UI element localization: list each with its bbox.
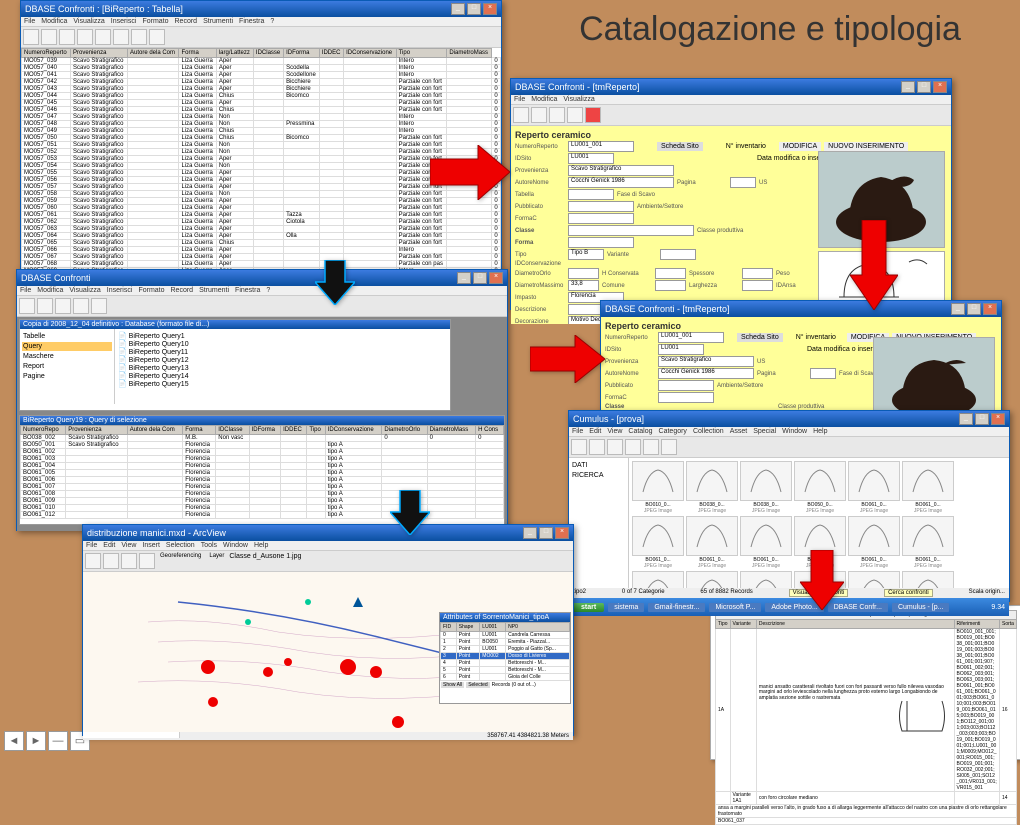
menu-icon[interactable]: — [48,731,68,751]
w1-table[interactable]: NumeroRepertoProvenienzaAutore dela ComF… [21,48,501,273]
arrow-down-4 [800,550,844,615]
next-slide-icon[interactable]: ► [26,731,46,751]
window-gis: distribuzione manici.mxd - ArcView _□× F… [82,524,574,736]
maximize-button[interactable]: □ [467,3,481,15]
arrow-down-1 [315,260,355,310]
prev-slide-icon[interactable]: ◄ [4,731,24,751]
window-db-table: DBASE Confronti : [BiReperto : Tabella] … [20,0,502,272]
minimize-button[interactable]: _ [451,3,465,15]
w2-title: DBASE Confronti [21,273,91,283]
w1-menubar: FileModificaVisualizzaInserisciFormatoRe… [21,17,501,27]
typology-document: Manici a nastro con estremità orlo later… [710,605,1020,760]
arrow-right-2 [530,335,605,388]
w2-menubar: FileModificaVisualizzaInserisciFormatoRe… [17,286,507,296]
pottery-photo-2 [874,338,994,415]
w5-tree: DATI RICERCA [569,458,629,588]
w2-nav: Tabelle Query Maschere Report Pagine [20,329,115,404]
w2-dbwin-title: Copia di 2008_12_04 definitivo : Databas… [20,320,450,329]
w1-title: DBASE Confronti : [BiReperto : Tabella] [25,4,183,14]
taskbar: start sistema Gmail-finestr... Microsoft… [569,598,1009,616]
map-canvas[interactable]: Attributes of SorrentoManici_tipoA FIDSh… [83,572,573,732]
close-button[interactable]: × [483,3,497,15]
arrow-right-1 [430,145,510,205]
w1-toolbar [21,27,501,48]
w2-subwin-title: BiReperto Query19 : Query di selezione [20,416,504,425]
arrow-down-2 [850,220,898,315]
window-db-query: DBASE Confronti _□× FileModificaVisualiz… [16,269,508,531]
arrow-down-3 [390,490,430,540]
w2-query-list: 📄 BiReperto Query1📄 BiReperto Query10📄 B… [115,329,450,404]
attribute-window[interactable]: Attributes of SorrentoManici_tipoA FIDSh… [439,612,571,704]
heart-icon[interactable] [585,107,601,123]
slide-title: Catalogazione e tipologia [540,10,1000,49]
slide-nav: ◄ ► — ▭ [4,731,90,751]
window-cumulus: Cumulus - [prova] _□× FileEditViewCatalo… [568,410,1010,602]
start-button[interactable]: start [573,603,604,612]
w2-table[interactable]: NumeroRepoProvenienzaAutore dela ComForm… [20,425,504,519]
